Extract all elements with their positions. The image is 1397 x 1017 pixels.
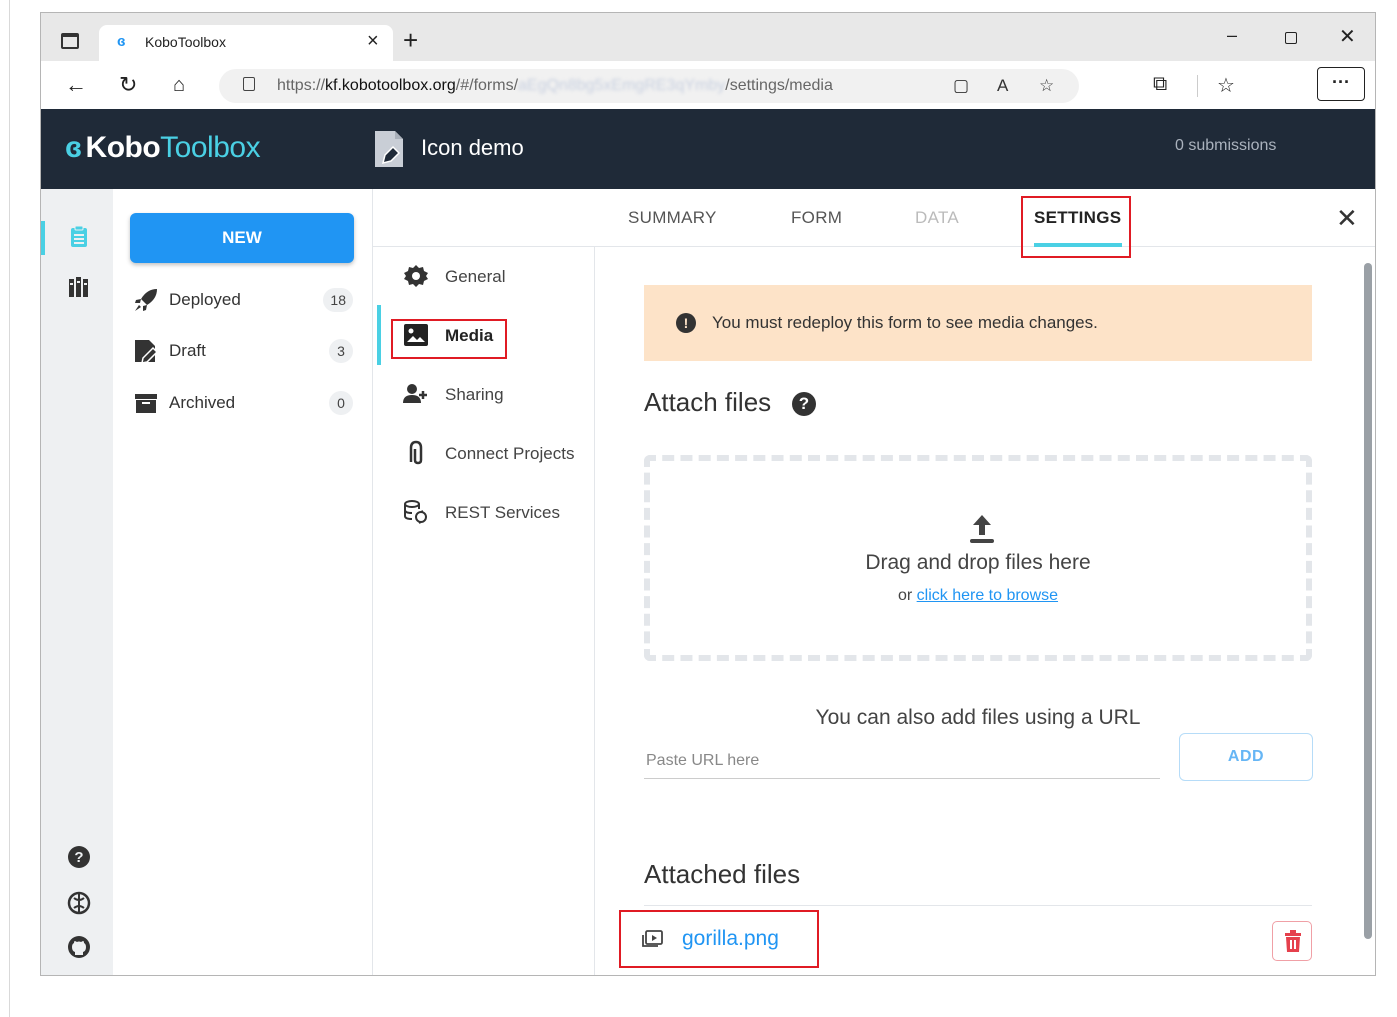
tab-form[interactable]: FORM [791, 208, 842, 228]
more-options-button[interactable]: ··· [1317, 67, 1365, 101]
svg-text:?: ? [74, 849, 83, 866]
count-badge: 18 [323, 288, 353, 312]
subnav-item-sharing[interactable]: Sharing [403, 379, 593, 409]
tab-summary[interactable]: SUMMARY [628, 208, 717, 228]
maximize-icon[interactable] [1285, 32, 1297, 44]
attached-files-heading: Attached files [644, 859, 801, 889]
icon-rail: ? [41, 189, 113, 975]
kobo-logo-icon: ɞ [65, 131, 82, 164]
toolbar-separator [1197, 75, 1198, 97]
support-icon[interactable] [67, 891, 91, 915]
gear-icon [404, 265, 428, 287]
new-project-button[interactable]: NEW [130, 213, 354, 263]
tab-data[interactable]: DATA [915, 208, 959, 228]
close-icon[interactable]: ✕ [1336, 203, 1358, 234]
github-icon[interactable] [67, 935, 91, 959]
subnav-item-general[interactable]: General [403, 261, 593, 291]
upload-icon [970, 515, 994, 543]
kobo-favicon-icon: ɞ [117, 33, 126, 50]
attach-files-heading: Attach files [644, 387, 772, 417]
alert-icon: ! [676, 313, 696, 333]
alert-text: You must redeploy this form to see media… [712, 313, 1098, 332]
trash-icon [1285, 930, 1301, 952]
url-input[interactable] [644, 743, 1160, 779]
subnav-active-indicator [377, 305, 381, 365]
main-panel: SUMMARY FORM DATA SETTINGS ✕ General Med… [373, 189, 1375, 975]
settings-subnav: General Media Sharing Connect Projects R… [373, 247, 595, 975]
tab-close-icon[interactable]: × [367, 31, 379, 51]
immersive-reader-icon[interactable]: ▢ [953, 76, 969, 96]
projects-drawer: NEW Deployed 18 Draft 3 Archived 0 [113, 189, 373, 975]
library-icon[interactable] [67, 275, 91, 299]
submissions-count: 0 submissions [1175, 137, 1277, 154]
drawer-item-archived[interactable]: Archived 0 [133, 388, 353, 418]
file-dropzone[interactable]: Drag and drop files here or click here t… [644, 455, 1312, 661]
drawer-item-draft[interactable]: Draft 3 [133, 336, 353, 366]
project-title: Icon demo [421, 135, 524, 160]
media-settings-content: ! You must redeploy this form to see med… [595, 247, 1375, 975]
drawer-item-label: Archived [169, 393, 236, 412]
highlight-media-box [391, 319, 507, 359]
address-bar-row: ← ↻ ⌂ https://kf.kobotoolbox.org/#/forms… [41, 61, 1375, 109]
add-url-button[interactable]: ADD [1179, 733, 1313, 781]
url-hint: You can also add files using a URL [815, 706, 1141, 729]
lock-icon[interactable] [243, 77, 255, 91]
divider [644, 905, 1312, 906]
paperclip-icon [409, 440, 423, 465]
help-icon[interactable]: ? [67, 845, 91, 869]
extensions-icon[interactable]: ⧉ [1153, 73, 1167, 96]
add-user-icon [403, 384, 427, 403]
window-close-icon[interactable]: ✕ [1339, 27, 1356, 47]
rail-active-indicator [41, 221, 45, 255]
tab-actions-icon[interactable] [61, 33, 79, 49]
drawer-item-deployed[interactable]: Deployed 18 [133, 285, 353, 315]
subnav-label: REST Services [445, 503, 560, 522]
favorites-icon[interactable]: ☆ [1217, 73, 1235, 98]
count-badge: 3 [329, 339, 353, 363]
subnav-label: Sharing [445, 385, 504, 404]
read-aloud-icon[interactable]: A [997, 76, 1008, 96]
tab-strip: ɞ KoboToolbox × + – ✕ [41, 13, 1375, 63]
highlight-file-box [619, 910, 819, 968]
delete-file-button[interactable] [1272, 921, 1312, 961]
scrollbar[interactable] [1364, 263, 1372, 939]
drawer-item-label: Draft [169, 341, 206, 360]
dropzone-subtext: or click here to browse [897, 587, 1059, 604]
url-text[interactable]: https://kf.kobotoolbox.org/#/forms/aEgQn… [277, 77, 833, 95]
forms-icon[interactable] [67, 225, 91, 249]
browse-link[interactable]: click here to browse [917, 587, 1058, 604]
subnav-item-rest-services[interactable]: REST Services [403, 497, 593, 527]
subnav-item-connect-projects[interactable]: Connect Projects [403, 438, 593, 468]
home-icon[interactable]: ⌂ [173, 73, 185, 97]
drawer-item-label: Deployed [169, 290, 241, 309]
redeploy-alert: ! You must redeploy this form to see med… [644, 285, 1312, 361]
minimize-icon[interactable]: – [1227, 25, 1237, 45]
tab-title: KoboToolbox [145, 34, 226, 50]
archive-icon [135, 394, 157, 413]
help-icon[interactable]: ? [792, 392, 816, 416]
rest-services-icon [404, 500, 427, 524]
browser-tab[interactable]: ɞ KoboToolbox × [99, 25, 393, 63]
rocket-icon [135, 289, 157, 311]
kobotoolbox-logo[interactable]: ɞ KoboToolbox [65, 131, 261, 165]
app-header: ɞ KoboToolbox Icon demo 0 submissions [41, 109, 1375, 189]
back-arrow-icon[interactable]: ← [65, 73, 87, 97]
count-badge: 0 [329, 391, 353, 415]
add-favorite-icon[interactable]: ☆ [1039, 76, 1054, 96]
dropzone-text: Drag and drop files here [865, 551, 1091, 574]
new-tab-button[interactable]: + [403, 27, 418, 53]
refresh-icon[interactable]: ↻ [119, 73, 137, 97]
subnav-label: Connect Projects [445, 444, 575, 463]
project-tabs: SUMMARY FORM DATA SETTINGS ✕ [373, 189, 1375, 258]
draft-icon [135, 340, 159, 364]
browser-window: ɞ KoboToolbox × + – ✕ ← ↻ ⌂ https://kf.k… [40, 12, 1376, 976]
page-divider [9, 0, 10, 1017]
deployed-project-icon [375, 131, 403, 167]
address-bar[interactable]: https://kf.kobotoolbox.org/#/forms/aEgQn… [219, 69, 1079, 103]
subnav-label: General [445, 267, 506, 286]
